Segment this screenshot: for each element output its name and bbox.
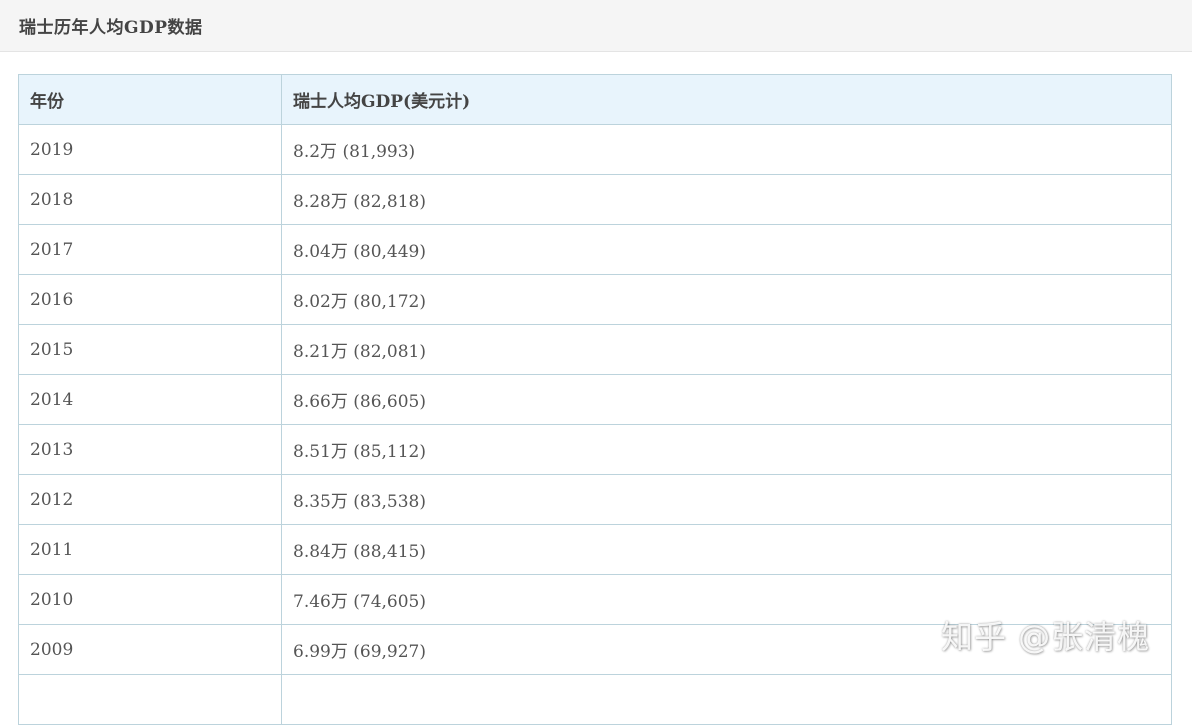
year-cell: 2014 xyxy=(18,374,282,425)
table-row: 2015 8.21万 (82,081) xyxy=(18,324,1172,375)
table-row: 2016 8.02万 (80,172) xyxy=(18,274,1172,325)
year-cell: 2017 xyxy=(18,224,282,275)
year-cell: 2012 xyxy=(18,474,282,525)
gdp-cell: 8.21万 (82,081) xyxy=(281,324,1172,375)
table-row: 2012 8.35万 (83,538) xyxy=(18,474,1172,525)
table-row: 2019 8.2万 (81,993) xyxy=(18,124,1172,175)
gdp-cell: 8.02万 (80,172) xyxy=(281,274,1172,325)
gdp-cell: 8.28万 (82,818) xyxy=(281,174,1172,225)
page-header: 瑞士历年人均GDP数据 xyxy=(0,0,1192,52)
year-cell: 2013 xyxy=(18,424,282,475)
table-row: 2013 8.51万 (85,112) xyxy=(18,424,1172,475)
year-cell: 2016 xyxy=(18,274,282,325)
table-row xyxy=(18,674,1172,725)
table-row: 2014 8.66万 (86,605) xyxy=(18,374,1172,425)
year-cell: 2015 xyxy=(18,324,282,375)
column-header-gdp: 瑞士人均GDP(美元计) xyxy=(281,74,1172,125)
table-row: 2011 8.84万 (88,415) xyxy=(18,524,1172,575)
table-row: 2017 8.04万 (80,449) xyxy=(18,224,1172,275)
table-header-row: 年份 瑞士人均GDP(美元计) xyxy=(18,74,1172,125)
table-row: 2018 8.28万 (82,818) xyxy=(18,174,1172,225)
gdp-cell: 8.66万 (86,605) xyxy=(281,374,1172,425)
page-title: 瑞士历年人均GDP数据 xyxy=(19,18,203,38)
gdp-cell: 8.84万 (88,415) xyxy=(281,524,1172,575)
gdp-cell: 8.35万 (83,538) xyxy=(281,474,1172,525)
year-cell: 2019 xyxy=(18,124,282,175)
column-header-year: 年份 xyxy=(18,74,282,125)
gdp-cell xyxy=(281,674,1172,725)
year-cell: 2009 xyxy=(18,624,282,675)
year-cell: 2010 xyxy=(18,574,282,625)
year-cell xyxy=(18,674,282,725)
gdp-cell: 8.2万 (81,993) xyxy=(281,124,1172,175)
gdp-cell: 8.51万 (85,112) xyxy=(281,424,1172,475)
watermark: 知乎 @张清槐 xyxy=(941,618,1151,656)
year-cell: 2011 xyxy=(18,524,282,575)
gdp-cell: 8.04万 (80,449) xyxy=(281,224,1172,275)
year-cell: 2018 xyxy=(18,174,282,225)
